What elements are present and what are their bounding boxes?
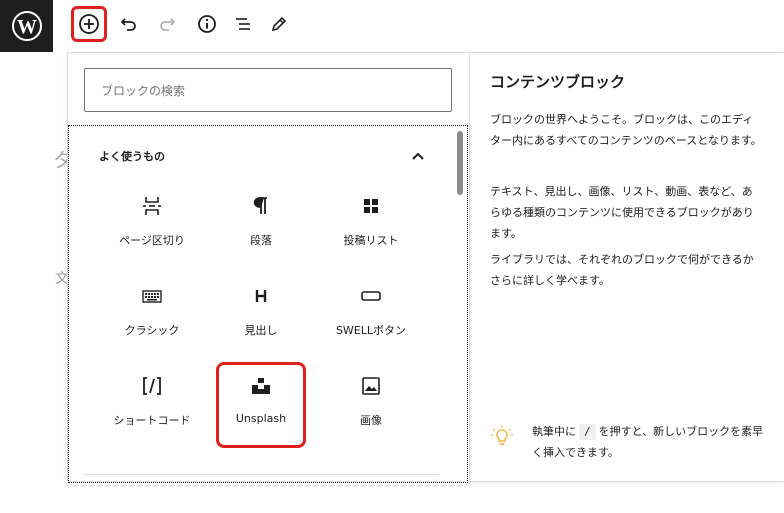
top-toolbar	[53, 0, 784, 52]
block-label: ショートコード	[113, 414, 191, 427]
block-list: よく使うもの ページ区切り 段落 投稿リスト クラシック 見出し SWELLボタ…	[68, 125, 468, 483]
block-unsplash[interactable]: Unsplash	[216, 362, 306, 448]
block-classic[interactable]: クラシック	[107, 272, 197, 358]
block-label: SWELLボタン	[335, 324, 407, 337]
inserter-info-panel: コンテンツブロック ブロックの世界へようこそ。ブロックは、このエディター内にある…	[469, 53, 784, 481]
info-paragraph-2: テキスト、見出し、画像、リスト、動画、表など、あらゆる種類のコンテンツに使用でき…	[490, 185, 754, 240]
category-header[interactable]: よく使うもの	[99, 145, 425, 167]
info-paragraph-3: ライブラリでは、それぞれのブロックで何ができるかさらに詳しく学べます。	[490, 253, 754, 287]
block-paragraph[interactable]: 段落	[216, 182, 306, 268]
info-paragraph-1: ブロックの世界へようこそ。ブロックは、このエディター内にあるすべてのコンテンツの…	[490, 113, 762, 147]
info-icon	[198, 15, 216, 33]
list-view-button[interactable]	[225, 6, 261, 42]
undo-button[interactable]	[111, 6, 147, 42]
heading-icon	[250, 284, 272, 308]
keyboard-icon	[141, 284, 163, 308]
block-label: 画像	[360, 414, 382, 427]
block-shortcode[interactable]: ショートコード	[107, 362, 197, 448]
scrollbar-thumb[interactable]	[457, 131, 463, 195]
page-break-icon	[141, 194, 163, 218]
inserter-panel: ブロックの検索 よく使うもの ページ区切り 段落 投稿リスト クラシック 見出し…	[68, 53, 468, 483]
tip-key: /	[579, 424, 596, 440]
block-post-list[interactable]: 投稿リスト	[326, 182, 416, 268]
details-button[interactable]	[189, 6, 225, 42]
tip: 執筆中に / を押すと、新しいブロックを素早く挿入できます。	[490, 421, 770, 463]
undo-icon	[120, 18, 136, 31]
block-label: 見出し	[244, 324, 278, 337]
image-icon	[360, 374, 382, 398]
wordpress-logo[interactable]: W	[0, 0, 53, 52]
block-search-input[interactable]: ブロックの検索	[84, 68, 452, 112]
add-block-button[interactable]	[71, 6, 107, 42]
block-page-break[interactable]: ページ区切り	[107, 182, 197, 268]
block-label: 投稿リスト	[343, 234, 399, 247]
block-inserter-popover: ブロックの検索 よく使うもの ページ区切り 段落 投稿リスト クラシック 見出し…	[67, 52, 784, 483]
block-label: クラシック	[124, 324, 180, 337]
paragraph-icon	[250, 194, 272, 218]
tip-text-before: 執筆中に	[532, 425, 576, 438]
lightbulb-icon	[490, 425, 516, 463]
shortcode-icon	[141, 374, 163, 398]
grid-icon	[360, 194, 382, 218]
redo-icon	[160, 18, 176, 31]
block-label: 段落	[250, 234, 272, 247]
section-divider	[83, 474, 439, 475]
category-title: よく使うもの	[99, 150, 165, 163]
unsplash-icon	[250, 374, 272, 398]
info-title: コンテンツブロック	[490, 73, 626, 91]
wordpress-icon: W	[11, 11, 42, 41]
tools-button[interactable]	[261, 6, 297, 42]
plus-circle-icon	[79, 14, 99, 34]
redo-button[interactable]	[149, 6, 185, 42]
block-image[interactable]: 画像	[326, 362, 416, 448]
list-view-icon	[236, 18, 250, 30]
block-swell-button[interactable]: SWELLボタン	[326, 272, 416, 358]
tip-text: 執筆中に / を押すと、新しいブロックを素早く挿入できます。	[532, 421, 770, 463]
block-label: Unsplash	[235, 412, 287, 425]
block-heading[interactable]: 見出し	[216, 272, 306, 358]
block-label: ページ区切り	[119, 234, 185, 247]
svg-text:W: W	[17, 16, 37, 38]
chevron-up-icon[interactable]	[411, 151, 425, 161]
search-placeholder: ブロックの検索	[101, 83, 186, 98]
button-icon	[360, 284, 382, 308]
pencil-icon	[271, 16, 287, 32]
